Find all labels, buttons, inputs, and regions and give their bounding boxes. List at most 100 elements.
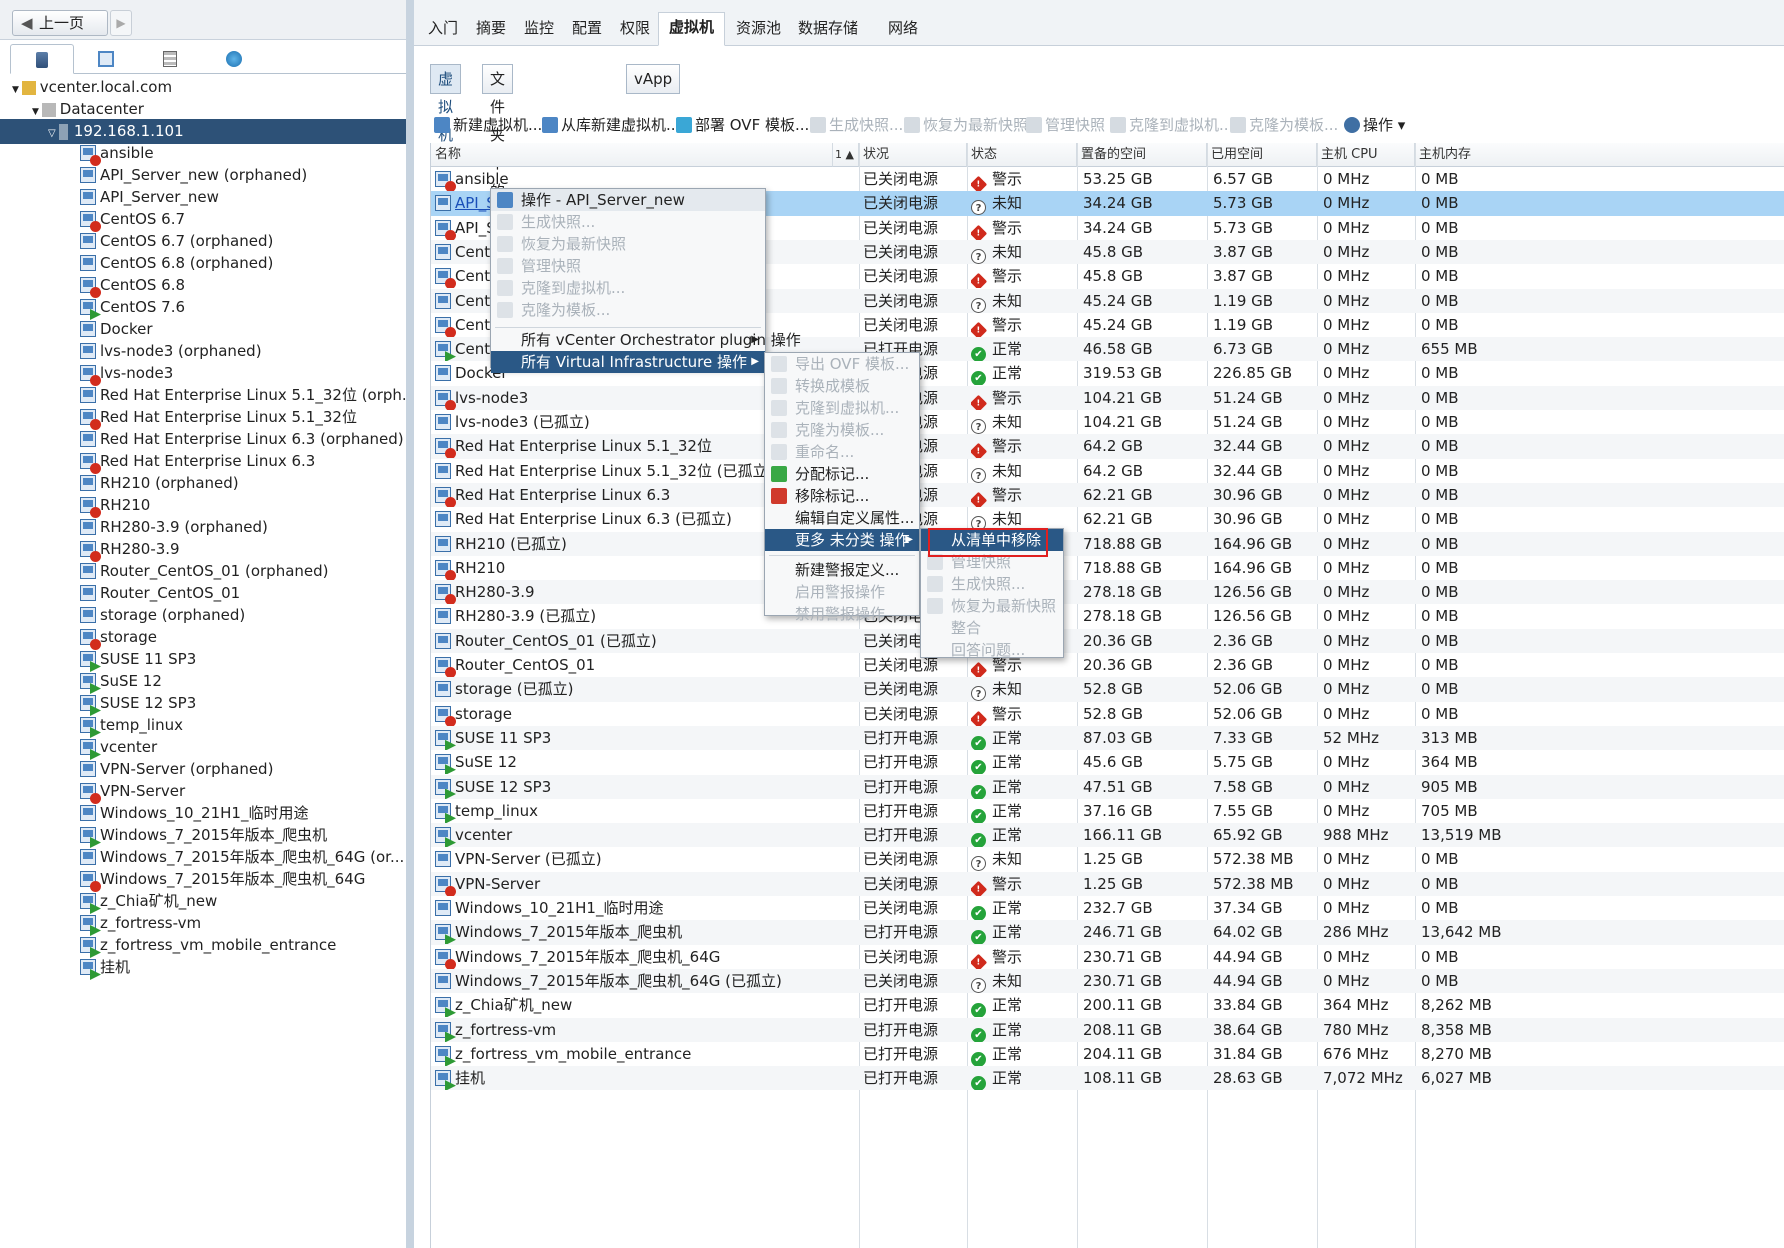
vm-name-cell[interactable]: SUSE 12 SP3: [435, 775, 855, 799]
table-row[interactable]: Router_CentOS_01 (已孤立)已关闭电源?未知20.36 GB2.…: [431, 628, 1784, 653]
vm-name-cell[interactable]: SUSE 11 SP3: [435, 726, 855, 750]
vm-name[interactable]: ansible: [455, 170, 509, 188]
menu-item[interactable]: 更多 未分类 操作 ▶: [765, 529, 919, 551]
vm-name[interactable]: lvs-node3 (已孤立): [455, 413, 590, 431]
vm-name-cell[interactable]: storage (已孤立): [435, 677, 855, 701]
table-row[interactable]: Windows_7_2015年版本_爬虫机_64G (已孤立) 已关闭电源? 未知 2…: [431, 968, 1784, 994]
menu-item[interactable]: 重命名...: [765, 441, 919, 463]
table-row[interactable]: z_fortress_vm_mobile_entrance 已打开电源 ✔ 正常 204…: [431, 1042, 1784, 1066]
tab-3[interactable]: 配置: [562, 14, 612, 46]
table-row[interactable]: z_Chia矿机_new 已打开电源 ✔ 正常 200.11 GB 33.84 GB 364…: [431, 993, 1784, 1018]
column-header[interactable]: 主机内存: [1415, 143, 1784, 167]
menu-item[interactable]: 管理快照: [491, 255, 765, 277]
vm-name-cell[interactable]: Windows_7_2015年版本_爬虫机_64G: [435, 945, 855, 969]
vm-name[interactable]: Red Hat Enterprise Linux 6.3 (已孤立): [455, 510, 732, 528]
table-row[interactable]: RH280-3.9已关闭电源!警示278.18 GB126.56 GB0 MHz…: [431, 580, 1784, 605]
clone-to-vm-button[interactable]: 克隆到虚拟机...: [1110, 112, 1233, 138]
menu-item[interactable]: 分配标记...: [765, 463, 919, 485]
menu-item[interactable]: 编辑自定义属性...: [765, 507, 919, 529]
tab-4[interactable]: 权限: [610, 14, 660, 46]
vm-name-cell[interactable]: SuSE 12: [435, 750, 855, 775]
table-row[interactable]: Red Hat Enterprise Linux 5.1_32位已关闭电源!警示…: [431, 434, 1784, 459]
vm-name-cell[interactable]: z_fortress-vm: [435, 1018, 855, 1042]
vm-name-cell[interactable]: 挂机: [435, 1066, 855, 1091]
vm-name-cell[interactable]: Windows_7_2015年版本_爬虫机: [435, 920, 855, 945]
column-header[interactable]: 1 ▲: [833, 143, 859, 167]
vm-name-cell[interactable]: z_fortress_vm_mobile_entrance: [435, 1042, 855, 1066]
vm-name-cell[interactable]: VPN-Server (已孤立): [435, 847, 855, 871]
vm-name[interactable]: VPN-Server: [455, 875, 540, 893]
menu-item[interactable]: 新建警报定义...: [765, 559, 919, 581]
back-button[interactable]: ◀ 上一页: [12, 10, 108, 36]
menu-item[interactable]: 生成快照...: [921, 573, 1063, 595]
actions-button[interactable]: 操作 ▾: [1344, 112, 1405, 138]
table-row[interactable]: VPN-Server (已孤立) 已关闭电源? 未知 1.25 GB 572.38 MB…: [431, 847, 1784, 872]
table-row[interactable]: Windows_10_21H1_临时用途 已关闭电源 ✔ 正常 232.7 GB 37.3…: [431, 896, 1784, 920]
table-row[interactable]: Router_CentOS_01 已关闭电源! 警示 20.36 GB 2.36 GB 0…: [431, 653, 1784, 677]
tab-0[interactable]: 入门: [418, 14, 468, 46]
expand-arrow-icon[interactable]: ▼: [32, 107, 42, 117]
menu-item[interactable]: 克隆到虚拟机...: [765, 397, 919, 419]
vm-name-cell[interactable]: storage: [435, 702, 855, 726]
expand-arrow-icon[interactable]: ▼: [12, 85, 22, 95]
pane-splitter[interactable]: [406, 0, 414, 1248]
manage-snapshots-button[interactable]: 管理快照: [1026, 112, 1105, 138]
table-row[interactable]: VPN-Server 已关闭电源! 警示 1.25 GB 572.38 MB 0 MHz 0…: [431, 871, 1784, 896]
vm-name[interactable]: z_Chia矿机_new: [455, 996, 572, 1014]
vm-name-cell[interactable]: VPN-Server: [435, 872, 855, 896]
tab-8[interactable]: 网络: [878, 14, 928, 46]
table-row[interactable]: Windows_7_2015年版本_爬虫机 已打开电源 ✔ 正常 246.71 GB 64…: [431, 920, 1784, 945]
vm-name[interactable]: Windows_7_2015年版本_爬虫机_64G (已孤立): [455, 972, 782, 990]
vm-name[interactable]: VPN-Server (已孤立): [455, 850, 602, 868]
tab-5[interactable]: 虚拟机: [658, 12, 726, 46]
tab-6[interactable]: 资源池: [726, 14, 791, 46]
new-vm-button[interactable]: 新建虚拟机...: [434, 112, 542, 138]
table-row[interactable]: RH210已关闭电源!警示718.88 GB164.96 GB0 MHz0 MB: [431, 556, 1784, 580]
vm-name[interactable]: SUSE 11 SP3: [455, 729, 551, 747]
table-row[interactable]: Windows_7_2015年版本_爬虫机_64G 已关闭电源! 警示 230.71 …: [431, 945, 1784, 969]
menu-item[interactable]: 禁用警报操作: [765, 603, 919, 625]
vm-name[interactable]: Red Hat Enterprise Linux 5.1_32位: [455, 437, 712, 455]
vms-templates-tab[interactable]: [74, 44, 138, 74]
deploy-ovf-button[interactable]: 部署 OVF 模板...: [676, 112, 809, 138]
vm-name[interactable]: Router_CentOS_01: [455, 656, 595, 674]
subtab-1[interactable]: 文件夹中的虚拟机模板: [482, 64, 514, 340]
column-header[interactable]: 名称: [431, 143, 833, 167]
table-row[interactable]: RH210 (已孤立)已关闭电源?未知718.88 GB164.96 GB0 M…: [431, 531, 1784, 556]
vm-name-cell[interactable]: z_Chia矿机_new: [435, 993, 855, 1018]
column-header[interactable]: 状况: [859, 143, 967, 167]
menu-item[interactable]: 移除标记...: [765, 485, 919, 507]
vm-name[interactable]: Windows_7_2015年版本_爬虫机: [455, 923, 682, 941]
vm-name[interactable]: RH210 (已孤立): [455, 535, 567, 553]
table-row[interactable]: Red Hat Enterprise Linux 6.3 (已孤立)已关闭电源?…: [431, 507, 1784, 532]
vm-name-cell[interactable]: vcenter: [435, 823, 855, 848]
column-header[interactable]: 状态: [967, 143, 1077, 167]
table-row[interactable]: lvs-node3 (已孤立)已关闭电源?未知104.21 GB51.24 GB…: [431, 410, 1784, 434]
column-header[interactable]: 置备的空间: [1077, 143, 1207, 167]
hosts-clusters-tab[interactable]: [10, 44, 74, 74]
forward-button[interactable]: ▶: [110, 10, 132, 36]
vm-name[interactable]: Red Hat Enterprise Linux 6.3: [455, 486, 670, 504]
menu-item[interactable]: 启用警报操作: [765, 581, 919, 603]
table-row[interactable]: Red Hat Enterprise Linux 5.1_32位 (已孤立)已关…: [431, 459, 1784, 483]
table-row[interactable]: storage (已孤立) 已关闭电源? 未知 52.8 GB 52.06 GB 0 MH…: [431, 677, 1784, 702]
table-row[interactable]: SuSE 12 已打开电源 ✔ 正常 45.6 GB 5.75 GB 0 MHz 364 MB: [431, 750, 1784, 775]
table-row[interactable]: SUSE 11 SP3 已打开电源 ✔ 正常 87.03 GB 7.33 GB 52 MHz…: [431, 725, 1784, 751]
clone-to-template-button[interactable]: 克隆为模板...: [1230, 112, 1338, 138]
take-snapshot-button[interactable]: 生成快照...: [810, 112, 903, 138]
vm-name[interactable]: RH280-3.9: [455, 583, 535, 601]
tab-2[interactable]: 监控: [514, 14, 564, 46]
vm-name-cell[interactable]: temp_linux: [435, 799, 855, 823]
vm-name[interactable]: SUSE 12 SP3: [455, 778, 551, 796]
menu-item-orchestrator[interactable]: 所有 vCenter Orchestrator plugin 操作 ▶: [491, 329, 801, 351]
column-header[interactable]: 主机 CPU: [1317, 143, 1415, 167]
vm-name[interactable]: RH280-3.9 (已孤立): [455, 607, 596, 625]
menu-item[interactable]: 恢复为最新快照: [921, 595, 1063, 617]
menu-item[interactable]: 克隆到虚拟机...: [491, 277, 765, 299]
subtab-2[interactable]: vApp: [626, 64, 681, 94]
networking-tab[interactable]: [202, 44, 266, 74]
vm-name[interactable]: storage (已孤立): [455, 680, 573, 698]
table-row[interactable]: Red Hat Enterprise Linux 6.3已关闭电源!警示62.2…: [431, 482, 1784, 508]
menu-item[interactable]: 导出 OVF 模板...: [765, 353, 919, 375]
vm-name[interactable]: Red Hat Enterprise Linux 5.1_32位 (已孤立): [455, 462, 773, 480]
